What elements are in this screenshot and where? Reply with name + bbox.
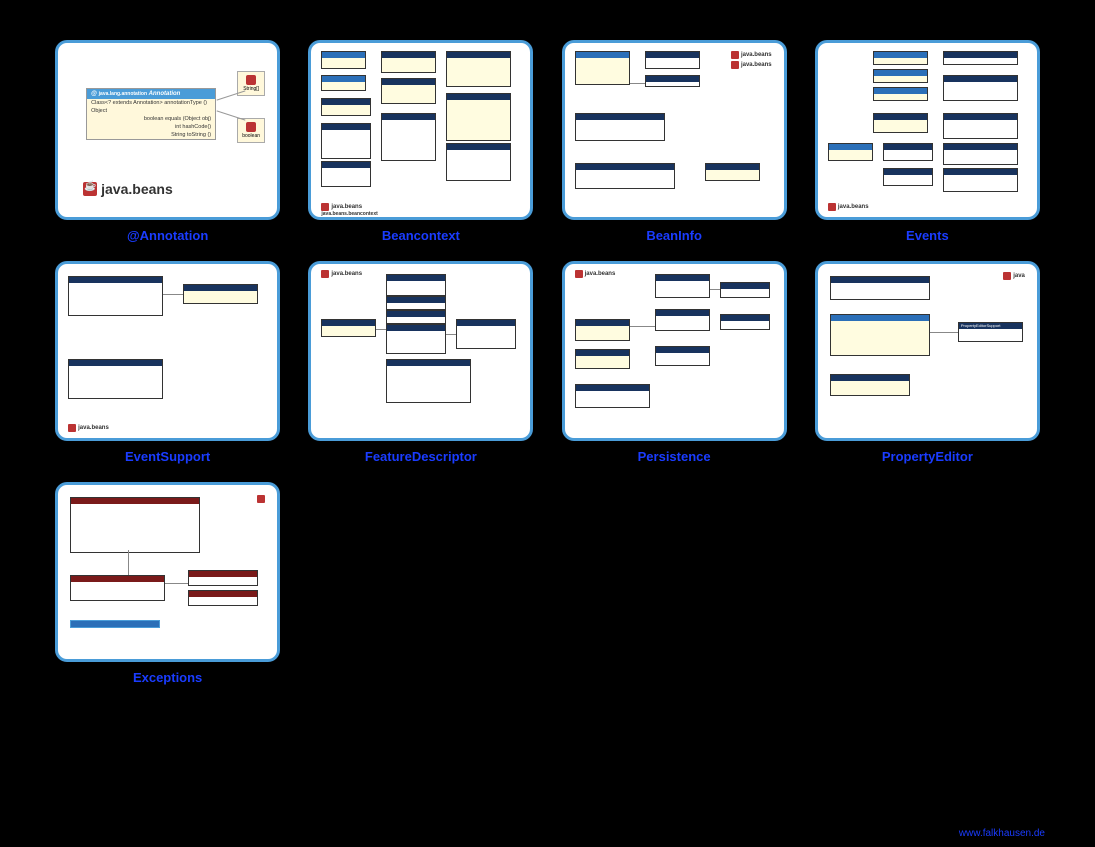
ref-box: boolean	[237, 118, 265, 143]
thumb-propertyeditor[interactable]: java PropertyEditorSupport	[815, 261, 1040, 441]
coffee-icon	[828, 203, 836, 211]
coffee-icon	[257, 495, 265, 503]
package-text: java.beans	[741, 62, 772, 68]
package-text: java.beans.beancontext	[321, 211, 377, 217]
thumb-beancontext[interactable]: java.beans java.beans.beancontext	[308, 40, 533, 220]
annotation-row: Class<? extends Annotation> annotationTy…	[87, 99, 215, 107]
thumb-annotation[interactable]: @ java.lang.annotation Annotation Class<…	[55, 40, 280, 220]
caption: Events	[906, 228, 949, 243]
thumb-beaninfo[interactable]: java.beans java.beans	[562, 40, 787, 220]
coffee-icon	[731, 51, 739, 59]
coffee-icon	[246, 75, 256, 85]
thumb-exceptions[interactable]	[55, 482, 280, 662]
cell-persistence: java.beans Persistence	[557, 261, 792, 464]
package-text: java.beans	[838, 204, 869, 210]
caption: Exceptions	[133, 670, 202, 685]
package-text: java.beans	[331, 271, 362, 277]
cell-propertyeditor: java PropertyEditorSupport PropertyEdito…	[810, 261, 1045, 464]
cell-featuredescriptor: java.beans FeatureDescriptor	[303, 261, 538, 464]
annotation-name: Annotation	[149, 91, 181, 97]
annotation-row: boolean equals (Object obj)	[87, 115, 215, 123]
coffee-icon	[575, 270, 583, 278]
annotation-row: Object	[87, 107, 215, 115]
cell-annotation: @ java.lang.annotation Annotation Class<…	[50, 40, 285, 243]
caption: BeanInfo	[646, 228, 702, 243]
package-text: java.beans	[331, 204, 362, 210]
caption: EventSupport	[125, 449, 210, 464]
package-text: java.beans	[741, 52, 772, 58]
cell-exceptions: Exceptions	[50, 482, 285, 685]
caption: PropertyEditor	[882, 449, 973, 464]
annotation-row: int hashCode()	[87, 123, 215, 131]
annotation-card: @ java.lang.annotation Annotation Class<…	[86, 88, 216, 140]
cell-beaninfo: java.beans java.beans BeanInfo	[557, 40, 792, 243]
package-text: java	[1013, 273, 1025, 279]
package-text: java.beans	[101, 181, 173, 197]
ref-label: boolean	[242, 133, 260, 139]
connector	[217, 110, 246, 120]
thumb-persistence[interactable]: java.beans	[562, 261, 787, 441]
coffee-icon	[1003, 272, 1011, 280]
coffee-icon	[321, 270, 329, 278]
coffee-icon	[83, 182, 97, 196]
footer-link[interactable]: www.falkhausen.de	[959, 828, 1045, 839]
coffee-icon	[731, 61, 739, 69]
caption: Beancontext	[382, 228, 460, 243]
package-label: java.beans	[83, 181, 173, 197]
annotation-row: String toString ()	[87, 131, 215, 139]
coffee-icon	[68, 424, 76, 432]
annotation-prefix: @	[91, 91, 97, 97]
thumb-featuredescriptor[interactable]: java.beans	[308, 261, 533, 441]
coffee-icon	[246, 122, 256, 132]
caption: @Annotation	[127, 228, 208, 243]
cell-beancontext: java.beans java.beans.beancontext Beanco…	[303, 40, 538, 243]
cell-eventsupport: java.beans EventSupport	[50, 261, 285, 464]
package-text: java.beans	[585, 271, 616, 277]
package-text: java.beans	[78, 425, 109, 431]
annotation-badge: java.lang.annotation	[99, 91, 147, 97]
diagram-grid: @ java.lang.annotation Annotation Class<…	[0, 0, 1095, 705]
caption: Persistence	[638, 449, 711, 464]
thumb-eventsupport[interactable]: java.beans	[55, 261, 280, 441]
thumb-events[interactable]: java.beans	[815, 40, 1040, 220]
caption: FeatureDescriptor	[365, 449, 477, 464]
cell-events: java.beans Events	[810, 40, 1045, 243]
coffee-icon	[321, 203, 329, 211]
